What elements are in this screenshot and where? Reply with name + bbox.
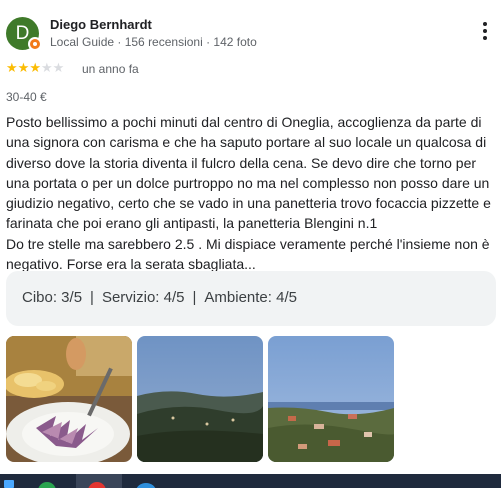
price-range: 30-40 €	[6, 90, 47, 104]
food-photo[interactable]	[6, 336, 132, 462]
edge-icon[interactable]	[136, 483, 156, 488]
review-text-line: diverso dove la storia diventa il fulcro…	[6, 154, 477, 171]
local-guide-badge-icon	[28, 37, 42, 51]
review-text: Posto bellissimo a pochi minuti dal cent…	[6, 112, 496, 274]
rating-cibo: Cibo: 3/5	[22, 289, 83, 306]
star-icon: ★	[29, 60, 41, 75]
reviewer-meta: Local Guide · 156 recensioni · 142 foto	[50, 35, 257, 49]
review-card: D Diego Bernhardt Local Guide · 156 rece…	[0, 0, 501, 474]
review-text-line: Do tre stelle ma sarebbero 2.5 . Mi disp…	[6, 235, 490, 252]
review-text-line: una portata o per un dolce purtroppo no …	[6, 174, 490, 191]
star-icon: ★	[17, 60, 30, 75]
star-empty-icon: ★	[40, 60, 53, 75]
chrome-icon[interactable]	[38, 482, 56, 488]
avatar-initial: D	[15, 23, 30, 44]
landscape-photo-village[interactable]	[268, 336, 394, 462]
more-vert-icon[interactable]	[478, 22, 492, 44]
review-text-line: farinata che poi erano gli antipasti, la…	[6, 215, 378, 232]
avatar[interactable]: D	[6, 17, 42, 51]
star-rating: ★★★★★	[6, 60, 64, 76]
landscape-photo-dusk[interactable]	[137, 336, 263, 462]
review-text-line: una signora con carisma e che ha saputo …	[6, 134, 487, 151]
review-text-line: Posto bellissimo a pochi minuti dal cent…	[6, 114, 482, 130]
sub-ratings-box: Cibo: 3/5 | Servizio: 4/5 | Ambiente: 4/5	[6, 271, 496, 326]
rating-separator: |	[90, 289, 94, 306]
rating-ambiente: Ambiente: 4/5	[204, 289, 297, 306]
windows-start-icon[interactable]	[4, 480, 14, 488]
star-icon: ★	[6, 60, 18, 75]
review-text-line: giudizio negativo, certo che se vado in …	[6, 195, 491, 212]
rating-separator: |	[192, 289, 197, 306]
rating-servizio: Servizio: 4/5	[101, 289, 185, 306]
reviewer-name[interactable]: Diego Bernhardt	[50, 17, 152, 32]
star-empty-icon: ★	[52, 60, 65, 75]
review-time: un anno fa	[82, 62, 139, 76]
os-taskbar	[0, 474, 501, 488]
